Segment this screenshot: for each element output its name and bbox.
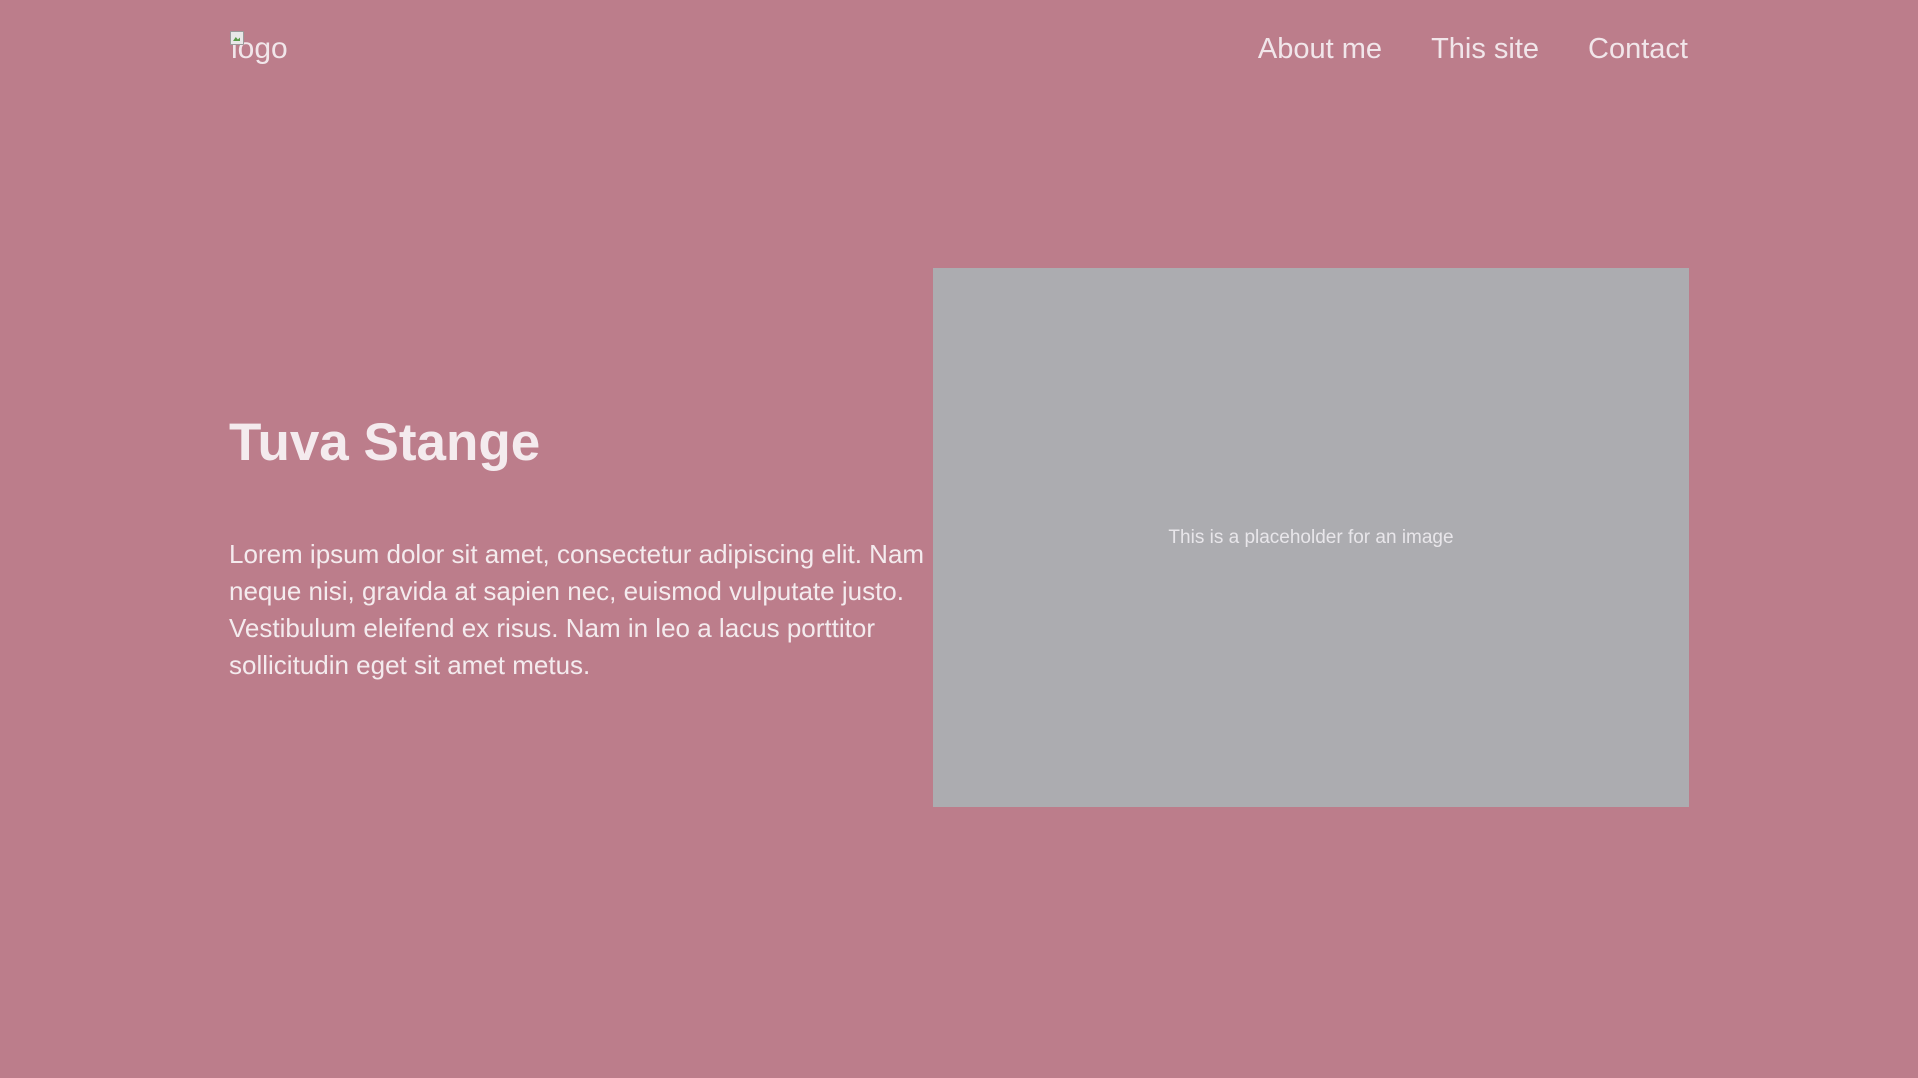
page: logo About me This site Contact Tuva Sta… [0,0,1918,1078]
hero-title: Tuva Stange [229,413,541,472]
main-nav: About me This site Contact [1258,24,1688,74]
image-placeholder-label: This is a placeholder for an image [1168,526,1454,548]
site-header: logo About me This site Contact [229,24,1689,74]
hero-section: Tuva Stange Lorem ipsum dolor sit amet, … [229,408,929,684]
nav-link-about-me[interactable]: About me [1258,24,1382,74]
nav-link-contact[interactable]: Contact [1588,24,1688,74]
hero-body-text: Lorem ipsum dolor sit amet, consectetur … [229,539,925,680]
broken-image-icon [229,30,245,46]
nav-link-this-site[interactable]: This site [1431,24,1539,74]
logo-link[interactable]: logo [229,24,288,74]
image-placeholder: This is a placeholder for an image [933,268,1689,807]
